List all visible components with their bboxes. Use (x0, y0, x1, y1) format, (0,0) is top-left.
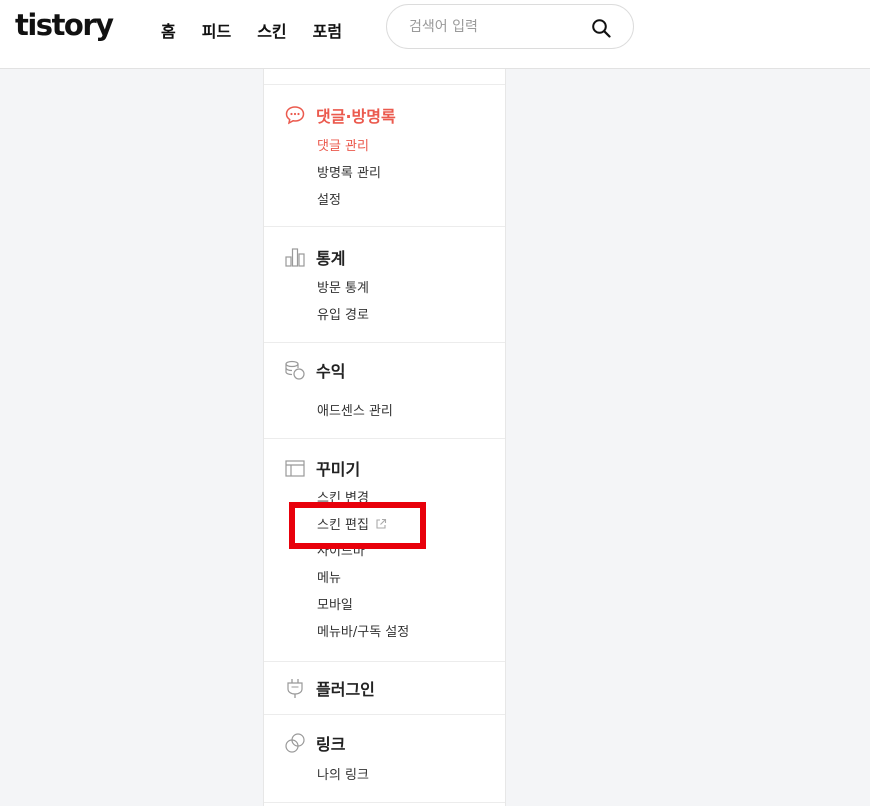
section-title: 통계 (316, 249, 346, 268)
sidebar-item-links[interactable]: 링크 (284, 731, 345, 755)
section-title: 꾸미기 (316, 460, 361, 479)
sidebar-sub-comment-manage[interactable]: 댓글 관리 (317, 135, 369, 154)
sidebar-sub-visit-stats[interactable]: 방문 통계 (317, 277, 369, 296)
main-nav: 홈 피드 스킨 포럼 (161, 18, 368, 42)
settings-sidebar: 댓글·방명록 댓글 관리 방명록 관리 설정 통계 방문 통계 유입 경로 수익… (263, 69, 506, 806)
search-box (386, 4, 634, 49)
nav-forum[interactable]: 포럼 (313, 18, 342, 42)
section-plugins: 플러그인 (264, 662, 505, 715)
coins-icon (284, 359, 306, 381)
search-input[interactable] (409, 17, 589, 37)
link-icon (284, 732, 306, 754)
plug-icon (284, 677, 306, 699)
nav-home[interactable]: 홈 (161, 18, 176, 42)
sidebar-sub-mobile[interactable]: 모바일 (317, 594, 353, 613)
section-links: 링크 나의 링크 (264, 715, 505, 803)
sidebar-item-plugins[interactable]: 플러그인 (284, 676, 375, 700)
nav-feed[interactable]: 피드 (202, 18, 231, 42)
tistory-logo[interactable]: tistory (15, 8, 114, 42)
sidebar-sub-adsense[interactable]: 애드센스 관리 (317, 400, 393, 419)
top-header: tistory 홈 피드 스킨 포럼 (0, 0, 870, 69)
section-title: 플러그인 (316, 680, 375, 699)
section-decorate: 꾸미기 스킨 변경 스킨 편집 사이드바 메뉴 모바일 메뉴바/구독 설정 (264, 439, 505, 662)
sidebar-sub-sidebar[interactable]: 사이드바 (317, 540, 365, 559)
section-comments: 댓글·방명록 댓글 관리 방명록 관리 설정 (264, 85, 505, 227)
section-stats: 통계 방문 통계 유입 경로 (264, 227, 505, 343)
layout-icon (284, 457, 306, 479)
sidebar-sub-comment-settings[interactable]: 설정 (317, 189, 341, 208)
speech-bubble-icon (284, 104, 306, 126)
section-title: 링크 (316, 735, 346, 754)
sidebar-sub-my-links[interactable]: 나의 링크 (317, 764, 369, 783)
search-icon[interactable] (591, 18, 611, 38)
sidebar-sub-referrer[interactable]: 유입 경로 (317, 304, 369, 323)
bar-chart-icon (284, 246, 306, 268)
sidebar-sub-menu[interactable]: 메뉴 (317, 567, 341, 586)
section-title: 댓글·방명록 (316, 107, 396, 126)
sidebar-sub-skin-edit[interactable]: 스킨 편집 (317, 514, 387, 533)
skin-edit-label: 스킨 편집 (317, 518, 369, 533)
sidebar-sub-guestbook-manage[interactable]: 방명록 관리 (317, 162, 381, 181)
sidebar-item-decorate[interactable]: 꾸미기 (284, 456, 360, 480)
nav-skin[interactable]: 스킨 (257, 18, 286, 42)
sidebar-item-comments[interactable]: 댓글·방명록 (284, 103, 396, 127)
external-link-icon (376, 518, 387, 529)
sidebar-sub-menubar-subscribe[interactable]: 메뉴바/구독 설정 (317, 621, 409, 640)
sidebar-item-revenue[interactable]: 수익 (284, 358, 345, 382)
section-title: 수익 (316, 362, 346, 381)
sidebar-sub-skin-change[interactable]: 스킨 변경 (317, 487, 369, 506)
sidebar-item-stats[interactable]: 통계 (284, 245, 345, 269)
section-revenue: 수익 애드센스 관리 (264, 343, 505, 439)
